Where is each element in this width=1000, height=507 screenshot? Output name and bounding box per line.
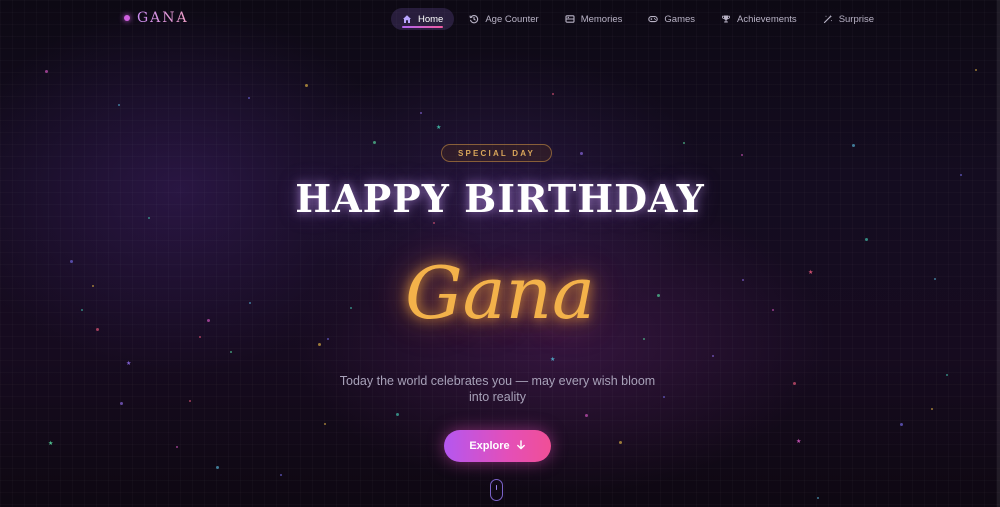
nav-item-age-counter[interactable]: Age Counter bbox=[458, 8, 549, 30]
confetti-dot bbox=[45, 70, 48, 73]
confetti-dot bbox=[305, 84, 308, 87]
nav-item-surprise[interactable]: Surprise bbox=[812, 8, 885, 30]
explore-button[interactable]: Explore bbox=[444, 430, 551, 462]
confetti-dot bbox=[373, 141, 376, 144]
confetti-dot bbox=[931, 408, 933, 410]
confetti-dot bbox=[552, 93, 554, 95]
confetti-dot bbox=[433, 222, 435, 224]
nav-item-label: Memories bbox=[580, 13, 623, 25]
nav-item-home[interactable]: Home bbox=[391, 8, 455, 30]
magic-wand-icon bbox=[823, 14, 833, 24]
nav-item-label: Surprise bbox=[838, 13, 875, 25]
gamepad-icon bbox=[648, 14, 659, 24]
hero-name: Gana bbox=[405, 251, 595, 335]
mouse-scroll-wheel bbox=[495, 485, 497, 490]
mouse-scroll-icon[interactable] bbox=[490, 479, 503, 501]
hero-subtitle: Today the world celebrates you — may eve… bbox=[339, 374, 656, 404]
nav-item-label: Achievements bbox=[737, 13, 797, 25]
confetti-dot bbox=[318, 343, 321, 346]
confetti-dot bbox=[946, 374, 948, 376]
confetti-dot bbox=[280, 474, 282, 476]
confetti-dot bbox=[852, 144, 855, 147]
top-navbar: GANA Home Age Counter Memories Games Ach… bbox=[0, 0, 1000, 36]
brand-dot-icon bbox=[124, 15, 130, 21]
confetti-dot bbox=[793, 382, 796, 385]
confetti-dot bbox=[120, 402, 123, 405]
confetti-dot bbox=[643, 338, 645, 340]
confetti-dot bbox=[975, 69, 977, 71]
nav-item-games[interactable]: Games bbox=[637, 8, 706, 30]
confetti-dot bbox=[420, 112, 422, 114]
birthday-page: ★ ★ ★ ★ ★ ★ GANA Home Age Counter Memori… bbox=[0, 0, 1000, 507]
confetti-dot bbox=[327, 338, 329, 340]
hero-title: HAPPY BIRTHDAY bbox=[295, 176, 705, 221]
confetti-dot bbox=[230, 351, 232, 353]
special-day-badge: SPECIAL DAY bbox=[441, 144, 552, 162]
confetti-dot bbox=[216, 466, 219, 469]
confetti-dot: ★ bbox=[126, 361, 132, 367]
confetti-dot bbox=[248, 97, 250, 99]
history-icon bbox=[469, 14, 479, 24]
confetti-dot bbox=[189, 400, 191, 402]
confetti-dot bbox=[396, 413, 399, 416]
nav-item-label: Home bbox=[418, 13, 444, 25]
nav-item-memories[interactable]: Memories bbox=[554, 8, 634, 30]
brand-name: GANA bbox=[137, 10, 189, 26]
nav-item-label: Games bbox=[664, 13, 696, 25]
explore-button-label: Explore bbox=[469, 440, 510, 452]
nav-item-label: Age Counter bbox=[485, 13, 539, 25]
photo-album-icon bbox=[565, 14, 575, 24]
confetti-dot bbox=[619, 441, 622, 444]
brand-logo[interactable]: GANA bbox=[124, 10, 189, 26]
nav-item-achievements[interactable]: Achievements bbox=[710, 8, 808, 30]
confetti-dot: ★ bbox=[796, 439, 802, 445]
confetti-dot bbox=[683, 142, 685, 144]
nav-links: Home Age Counter Memories Games Achievem… bbox=[391, 8, 885, 30]
confetti-dot bbox=[900, 423, 903, 426]
confetti-dot bbox=[741, 154, 743, 156]
confetti-dot bbox=[585, 414, 588, 417]
confetti-dot bbox=[712, 355, 714, 357]
confetti-dot: ★ bbox=[550, 357, 556, 363]
confetti-dot bbox=[817, 497, 819, 499]
confetti-dot bbox=[324, 423, 326, 425]
confetti-dot: ★ bbox=[436, 125, 442, 131]
confetti-dot bbox=[580, 152, 583, 155]
home-icon bbox=[402, 14, 412, 24]
arrow-down-icon bbox=[516, 439, 526, 453]
confetti-dot bbox=[118, 104, 120, 106]
trophy-icon bbox=[721, 14, 731, 24]
confetti-dot bbox=[176, 446, 178, 448]
confetti-dot: ★ bbox=[48, 441, 54, 447]
confetti-dot bbox=[865, 238, 868, 241]
